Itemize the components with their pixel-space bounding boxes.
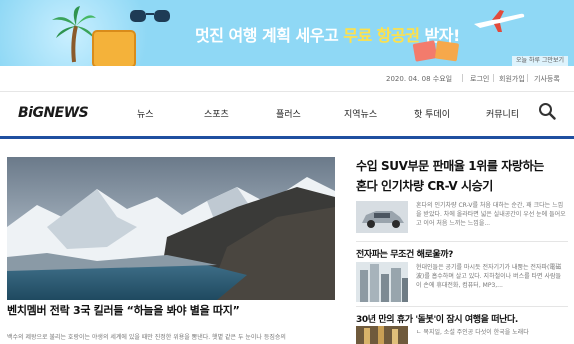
- article-divider: [356, 306, 568, 307]
- nav-item-hot-today[interactable]: 핫 투데이: [414, 107, 450, 120]
- nav-item-community[interactable]: 커뮤니티: [486, 107, 519, 120]
- hero-headline[interactable]: 벤치멤버 전락 3국 킬러들 “하늘을 봐야 별을 따지”: [7, 302, 240, 318]
- travel-photo: [356, 326, 408, 344]
- palm-tree-icon: [52, 6, 96, 63]
- article-title-emf[interactable]: 전자파는 무조건 해로울까?: [356, 247, 453, 260]
- sunglasses-icon: [130, 10, 170, 22]
- article-title-crv-line1[interactable]: 수입 SUV부문 판매율 1위를 자랑하는: [356, 157, 544, 174]
- utility-bar: 2020. 04. 08 수요일 로그인 회원가입 기사등록: [0, 66, 574, 91]
- site-logo[interactable]: BiGNEWS: [18, 105, 89, 121]
- city-photo: [356, 262, 408, 302]
- divider: [462, 74, 463, 82]
- dismiss-today-button[interactable]: 오늘 하루 그만보기: [512, 56, 568, 66]
- banner-headline-pre: 멋진 여행 계획 세우고: [195, 26, 344, 45]
- submit-article-link[interactable]: 기사등록: [534, 74, 560, 84]
- divider: [493, 74, 494, 82]
- nav-item-sports[interactable]: 스포츠: [204, 107, 229, 120]
- login-link[interactable]: 로그인: [470, 74, 489, 84]
- ticket-icon: [412, 40, 459, 62]
- nav-item-plus[interactable]: 플러스: [276, 107, 301, 120]
- hero-summary: 백수의 제왕으로 불리는 호랑이는 야생의 세계에 있을 때만 진정한 위용을 …: [7, 334, 286, 341]
- hero-image[interactable]: [7, 157, 335, 300]
- main-nav: BiGNEWS 뉴스 스포츠 플러스 지역뉴스 핫 투데이 커뮤니티: [0, 91, 574, 139]
- signup-link[interactable]: 회원가입: [499, 74, 525, 84]
- divider: [527, 74, 528, 82]
- article-summary-travel: ㄴ 복지일, 소설 주인공 다섯이 한국을 노래다: [416, 329, 529, 336]
- car-photo: [356, 201, 408, 233]
- search-icon[interactable]: [538, 102, 556, 120]
- current-date: 2020. 04. 08 수요일: [386, 75, 453, 83]
- article-summary-crv: 혼다의 인기차량 CR-V를 처음 대하는 순간, 꽤 크다는 느낌을 받았다.…: [416, 202, 566, 227]
- article-title-travel[interactable]: 30년 만의 휴가 '돌봇'이 잠시 여행을 떠난다.: [356, 312, 518, 325]
- article-thumb-city[interactable]: [356, 262, 408, 302]
- article-summary-emf: 현대인들은 공기를 마시듯 전자기기가 내뿜는 전자파(電磁波)를 흡수하며 살…: [416, 264, 562, 289]
- article-title-crv-line2[interactable]: 혼다 인기차량 CR-V 시승기: [356, 177, 493, 194]
- article-thumb-car[interactable]: [356, 201, 408, 233]
- airplane-icon: [474, 10, 525, 32]
- luggage-icon: [92, 30, 136, 66]
- nav-item-local[interactable]: 지역뉴스: [344, 107, 377, 120]
- article-thumb-travel[interactable]: [356, 326, 408, 344]
- nav-item-news[interactable]: 뉴스: [137, 107, 154, 120]
- article-divider: [356, 241, 568, 242]
- promo-banner[interactable]: 멋진 여행 계획 세우고 무료 항공권 받자! 오늘 하루 그만보기: [0, 0, 574, 66]
- mountain-lake-photo: [7, 157, 335, 300]
- banner-headline-highlight: 무료 항공권: [343, 26, 420, 45]
